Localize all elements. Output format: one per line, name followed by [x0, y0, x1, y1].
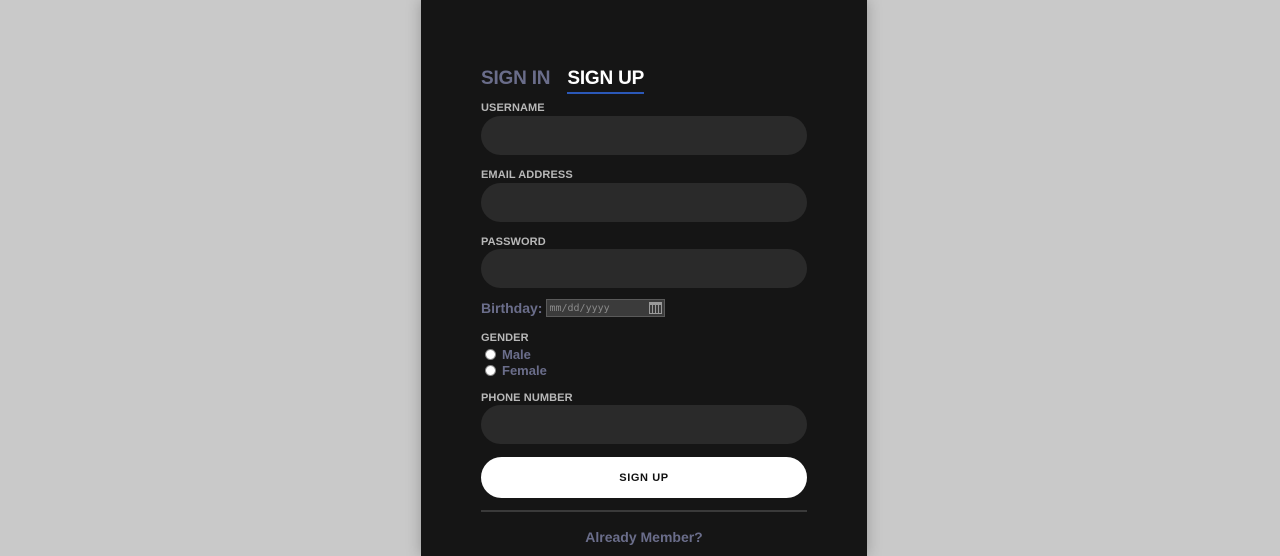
birthday-date-input[interactable]: mm/dd/yyyy	[546, 299, 666, 317]
signup-panel: SIGN IN SIGN UP USERNAME EMAIL ADDRESS P…	[421, 0, 867, 556]
username-label: USERNAME	[481, 102, 545, 114]
phone-input[interactable]	[481, 405, 807, 444]
birthday-label: Birthday:	[481, 300, 543, 316]
female-radio-label: Female	[502, 363, 547, 378]
email-input[interactable]	[481, 183, 807, 222]
email-label: EMAIL ADDRESS	[481, 169, 573, 181]
divider	[481, 510, 807, 512]
gender-option-male[interactable]: Male	[485, 347, 531, 362]
birthday-row: Birthday: mm/dd/yyyy	[481, 299, 666, 317]
gender-option-female[interactable]: Female	[485, 363, 547, 378]
password-input[interactable]	[481, 249, 807, 288]
birthday-placeholder: mm/dd/yyyy	[549, 302, 610, 314]
male-radio-label: Male	[502, 347, 531, 362]
username-input[interactable]	[481, 116, 807, 155]
tab-sign-in[interactable]: SIGN IN	[481, 68, 551, 94]
male-radio[interactable]	[485, 349, 496, 360]
sign-up-button[interactable]: SIGN UP	[481, 457, 807, 498]
gender-label: GENDER	[481, 332, 529, 344]
phone-label: PHONE NUMBER	[481, 392, 573, 404]
female-radio[interactable]	[485, 365, 496, 376]
tab-sign-up[interactable]: SIGN UP	[567, 68, 644, 94]
calendar-icon[interactable]	[649, 302, 663, 314]
password-label: PASSWORD	[481, 236, 546, 248]
auth-tabs: SIGN IN SIGN UP	[481, 68, 644, 94]
already-member-link[interactable]: Already Member?	[481, 529, 807, 545]
